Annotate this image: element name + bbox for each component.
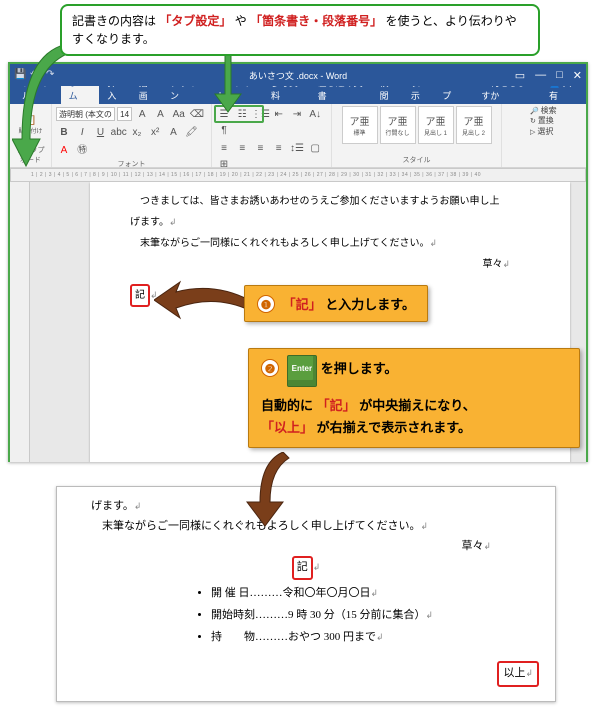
window-controls: ▭ — □ ✕ xyxy=(515,69,582,82)
step-1-callout: ❶ 「記」 と入力します。 xyxy=(244,285,428,322)
borders-icon[interactable]: ⊞ xyxy=(216,156,232,168)
find-button[interactable]: 検索 xyxy=(530,106,580,116)
return-mark-icon: ↲ xyxy=(483,541,491,551)
replace-button[interactable]: 置換 xyxy=(530,116,580,126)
step-2-line3-red: 「以上」 xyxy=(261,420,313,435)
step-1-red: 「記」 xyxy=(283,297,322,312)
highlight-icon[interactable]: 🖍 xyxy=(184,124,200,140)
step-2-line2-pre: 自動的に xyxy=(261,398,313,413)
title-bar: 💾 ↶ ↷ あいさつ文 .docx - Word ▭ — □ ✕ xyxy=(10,64,586,86)
align-right-icon[interactable]: ≡ xyxy=(252,140,268,156)
return-mark-icon: ↲ xyxy=(430,238,438,248)
style-normal[interactable]: ア亜標準 xyxy=(342,106,378,144)
enter-key-icon: Enter xyxy=(287,355,317,387)
maximize-icon[interactable]: □ xyxy=(556,69,563,82)
justify-icon[interactable]: ≡ xyxy=(271,140,287,156)
return-mark-icon: ↲ xyxy=(169,217,177,227)
step-2-number: ❷ xyxy=(261,359,279,377)
arrow-brown-step1 xyxy=(154,280,254,325)
strikethrough-icon[interactable]: abc xyxy=(111,124,127,140)
tip-text-mid: や xyxy=(235,14,247,28)
ribbon-tabs: ファイル ホーム 挿入 描画 デザイン レイアウト 参考資料 差し込み文書 校閲… xyxy=(10,86,586,104)
result-panel: げます。↲ 末筆ながらご一同様にくれぐれもよろしく申し上げてください。↲ 草々↲… xyxy=(56,486,556,702)
sort-icon[interactable]: A↓ xyxy=(307,106,323,122)
style-nospacing[interactable]: ア亜行間なし xyxy=(380,106,416,144)
doc-line-3: 末筆ながらご一同様にくれぐれもよろしく申し上げてください。 xyxy=(130,238,430,249)
arrow-green-to-ruler xyxy=(12,44,82,177)
style-heading1[interactable]: ア亜見出し 1 xyxy=(418,106,454,144)
step-2-callout: ❷ Enter を押します。 自動的に 「記」 が中央揃えになり、 「以上」 が… xyxy=(248,348,580,448)
return-mark-icon: ↲ xyxy=(371,588,379,598)
horizontal-ruler[interactable]: 1 | 2 | 3 | 4 | 5 | 6 | 7 | 8 | 9 | 10 |… xyxy=(10,168,586,182)
step-2-line1: を押します。 xyxy=(321,361,398,376)
ijo-box: 以上↲ xyxy=(497,661,539,687)
doc-closing: 草々 xyxy=(482,259,502,270)
arrow-brown-to-result xyxy=(235,452,295,532)
tip-hl-2: 「箇条書き・段落番号」 xyxy=(250,14,382,28)
list-item: 開始時刻………9 時 30 分（15 分前に集合）↲ xyxy=(211,606,521,626)
align-left-icon[interactable]: ≡ xyxy=(216,140,232,156)
change-case-icon[interactable]: Aa xyxy=(171,106,187,122)
subscript-icon[interactable]: x₂ xyxy=(129,124,145,140)
show-marks-icon[interactable]: ¶ xyxy=(216,122,232,138)
select-button[interactable]: 選択 xyxy=(530,127,580,137)
doc-line-2: げます。 xyxy=(130,217,169,228)
return-mark-icon: ↲ xyxy=(420,521,428,531)
step-1-text: と入力します。 xyxy=(325,297,415,312)
style-heading2[interactable]: ア亜見出し 2 xyxy=(456,106,492,144)
return-mark-icon: ↲ xyxy=(134,501,142,511)
vertical-ruler[interactable] xyxy=(10,182,30,462)
list-item: 開 催 日………令和〇年〇月〇日↲ xyxy=(211,584,521,604)
group-styles: ア亜標準 ア亜行間なし ア亜見出し 1 ア亜見出し 2 スタイル xyxy=(332,104,502,167)
line-spacing-icon[interactable]: ↕☰ xyxy=(289,140,305,156)
tip-text-pre: 記書きの内容は xyxy=(72,14,156,28)
text-effects-icon[interactable]: A xyxy=(165,124,181,140)
align-center-icon[interactable]: ≡ xyxy=(234,140,250,156)
return-mark-icon: ↲ xyxy=(502,259,510,269)
ki-centered-box: 記 xyxy=(292,556,313,580)
underline-icon[interactable]: U xyxy=(92,124,108,140)
grow-font-icon[interactable]: A xyxy=(134,106,150,122)
tip-hl-1: 「タブ設定」 xyxy=(159,14,231,28)
font-size-combo[interactable]: 14 xyxy=(117,107,132,121)
group-editing: 検索 置換 選択 xyxy=(530,106,580,137)
step-1-number: ❶ xyxy=(257,295,275,313)
superscript-icon[interactable]: x² xyxy=(147,124,163,140)
list-item: 持 物………おやつ 300 円まで↲ xyxy=(211,628,521,648)
doc-line-1: つきましては、皆さまお誘いあわせのうえご参加くださいますようお願い申し上 xyxy=(130,196,500,207)
font-label: フォント xyxy=(118,159,146,168)
styles-label: スタイル xyxy=(403,155,431,165)
result-bullet-list: 開 催 日………令和〇年〇月〇日↲ 開始時刻………9 時 30 分（15 分前に… xyxy=(211,584,521,647)
minimize-icon[interactable]: — xyxy=(535,69,546,82)
ribbon: 📋貼り付け クリップボード 游明朝 (本文の 14 A A Aa ⌫ B I U xyxy=(10,104,586,168)
result-closing: 草々 xyxy=(461,540,483,552)
return-mark-icon: ↲ xyxy=(525,668,533,678)
ki-input-box: 記 xyxy=(130,284,150,307)
return-mark-icon: ↲ xyxy=(426,610,434,620)
step-2-line2-post: が中央揃えになり、 xyxy=(359,398,475,413)
tip-callout: 記書きの内容は 「タブ設定」 や 「箇条書き・段落番号」 を使うと、より伝わりや… xyxy=(60,4,540,56)
close-icon[interactable]: ✕ xyxy=(573,69,582,82)
shading-icon[interactable]: ▢ xyxy=(307,140,323,156)
increase-indent-icon[interactable]: ⇥ xyxy=(289,106,305,122)
result-line-1: げます。 xyxy=(91,500,134,512)
return-mark-icon: ↲ xyxy=(313,562,321,572)
step-2-line3-post: が右揃えで表示されます。 xyxy=(317,420,471,435)
return-mark-icon: ↲ xyxy=(376,632,384,642)
step-2-line2-red: 「記」 xyxy=(317,398,356,413)
ribbon-options-icon[interactable]: ▭ xyxy=(515,69,525,82)
decrease-indent-icon[interactable]: ⇤ xyxy=(271,106,287,122)
shrink-font-icon[interactable]: A xyxy=(153,106,169,122)
window-title: あいさつ文 .docx - Word xyxy=(249,69,347,82)
